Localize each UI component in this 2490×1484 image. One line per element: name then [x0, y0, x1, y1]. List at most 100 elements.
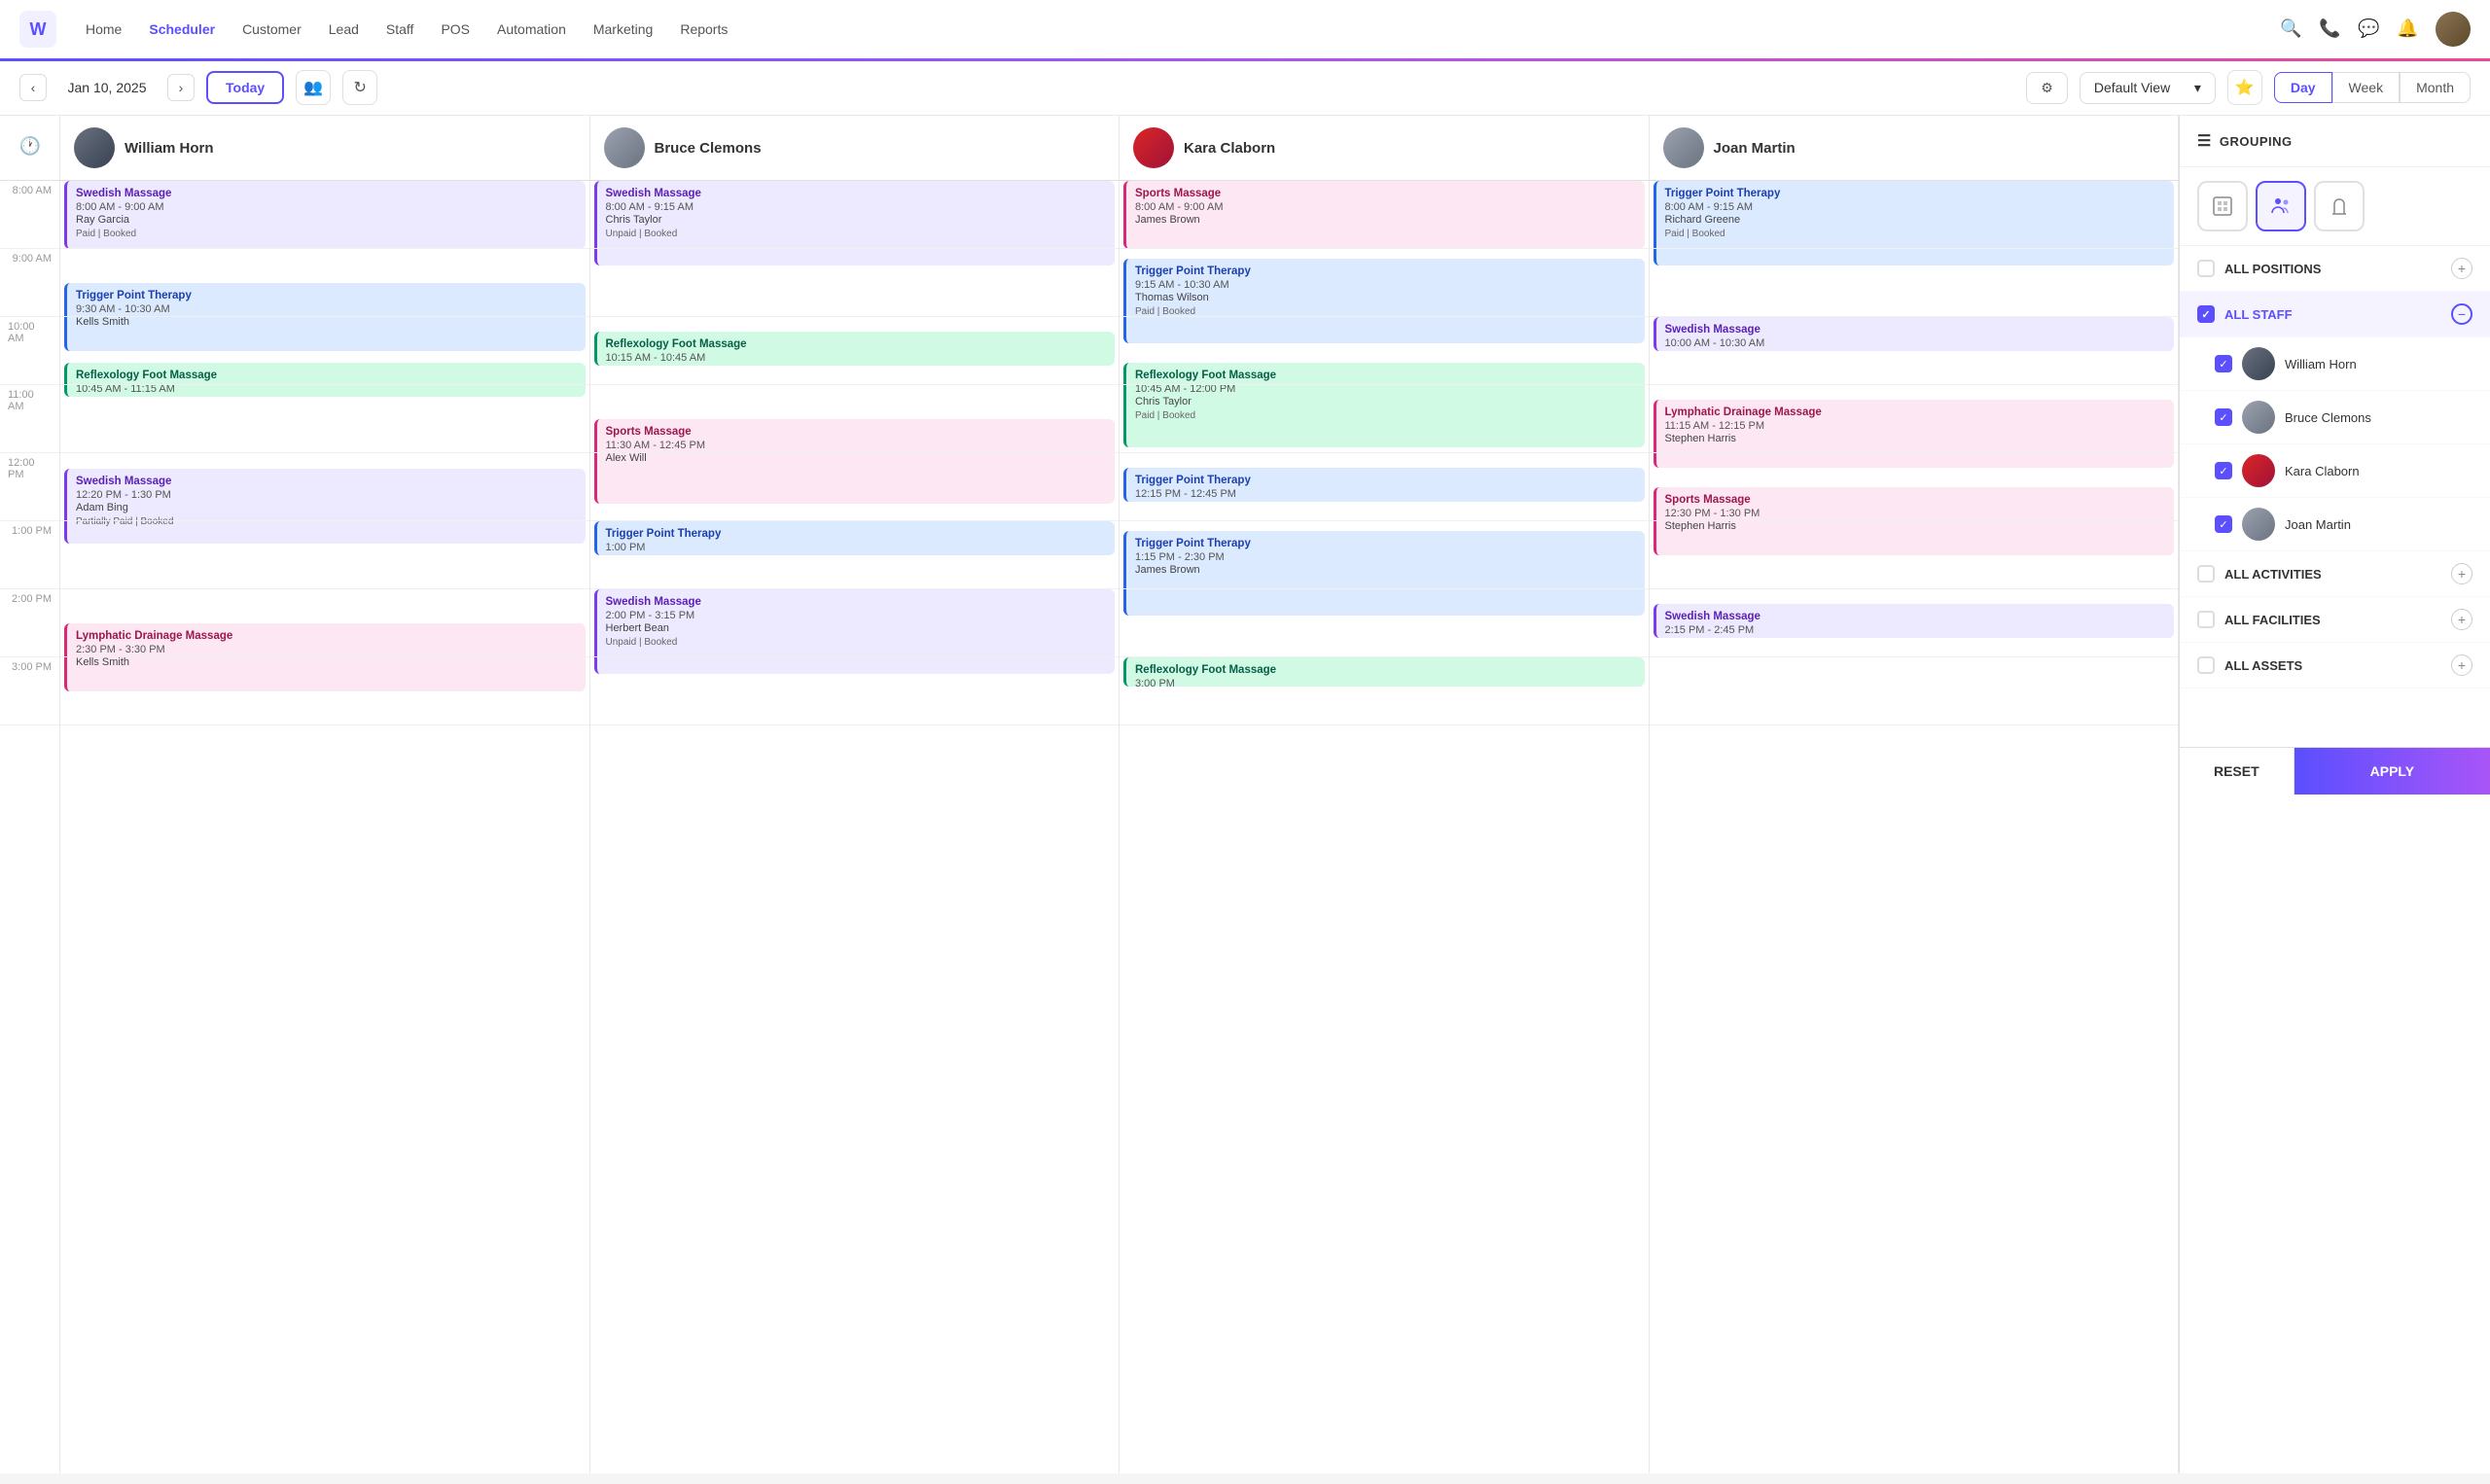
tab-week[interactable]: Week — [2332, 72, 2401, 103]
reset-button[interactable]: RESET — [2180, 748, 2294, 795]
time-slot: 11:00 AM — [0, 385, 59, 453]
bruce-name: Bruce Clemons — [2285, 410, 2472, 425]
time-slot: 8:00 AM — [0, 181, 59, 249]
staff-filter-button[interactable]: 👥 — [296, 70, 331, 105]
nav-reports[interactable]: Reports — [680, 21, 728, 37]
tab-day[interactable]: Day — [2274, 72, 2332, 103]
nav-customer[interactable]: Customer — [242, 21, 302, 37]
view-selector-label: Default View — [2094, 80, 2170, 95]
nav-marketing[interactable]: Marketing — [593, 21, 653, 37]
whatsapp-icon[interactable]: 💬 — [2358, 18, 2379, 40]
activities-expand-button[interactable]: + — [2451, 563, 2472, 584]
next-date-button[interactable]: › — [167, 74, 195, 101]
apply-button[interactable]: APPLY — [2294, 748, 2490, 795]
staff-col-joan: Trigger Point Therapy8:00 AM - 9:15 AMRi… — [1650, 181, 2180, 1473]
staff-row-joan[interactable]: ✓ Joan Martin — [2180, 498, 2490, 551]
staff-collapse-button[interactable]: − — [2451, 303, 2472, 325]
staff-col-bruce: Swedish Massage8:00 AM - 9:15 AMChris Ta… — [590, 181, 1120, 1473]
nav-staff[interactable]: Staff — [386, 21, 414, 37]
date-display: Jan 10, 2025 — [58, 80, 156, 95]
all-assets-section[interactable]: ALL ASSETS + — [2180, 643, 2490, 689]
chevron-down-icon: ▾ — [2194, 80, 2201, 96]
all-staff-section[interactable]: ✓ ALL STAFF − — [2180, 292, 2490, 337]
all-assets-checkbox[interactable] — [2197, 656, 2215, 674]
group-by-asset-button[interactable] — [2314, 181, 2365, 231]
all-facilities-section[interactable]: ALL FACILITIES + — [2180, 597, 2490, 643]
kara-avatar — [2242, 454, 2275, 487]
staff-name-kara: Kara Claborn — [1184, 140, 1275, 157]
all-positions-checkbox[interactable] — [2197, 260, 2215, 277]
all-staff-label: ✓ ALL STAFF — [2197, 305, 2293, 323]
time-column: 8:00 AM9:00 AM10:00 AM11:00 AM12:00 PM1:… — [0, 181, 60, 1473]
joan-avatar — [2242, 508, 2275, 541]
prev-date-button[interactable]: ‹ — [19, 74, 47, 101]
staff-header-kara: Kara Claborn — [1120, 116, 1650, 180]
staff-header-row: 🕐 William Horn Bruce Clemons Kara Clabor… — [0, 116, 2179, 181]
search-icon[interactable]: 🔍 — [2280, 18, 2301, 40]
staff-row-kara[interactable]: ✓ Kara Claborn — [2180, 444, 2490, 498]
facilities-expand-button[interactable]: + — [2451, 609, 2472, 630]
nav-home[interactable]: Home — [86, 21, 122, 37]
panel-bottom-buttons: RESET APPLY — [2180, 747, 2490, 795]
staff-col-william: Swedish Massage8:00 AM - 9:00 AMRay Garc… — [60, 181, 590, 1473]
all-activities-label: ALL ACTIVITIES — [2197, 565, 2322, 583]
tab-month[interactable]: Month — [2400, 72, 2471, 103]
all-positions-label: ALL POSITIONS — [2197, 260, 2321, 277]
staff-avatar-kara — [1133, 127, 1174, 168]
positions-expand-button[interactable]: + — [2451, 258, 2472, 279]
user-avatar[interactable] — [2436, 12, 2471, 47]
scheduler-main: 🕐 William Horn Bruce Clemons Kara Clabor… — [0, 116, 2490, 1473]
all-activities-section[interactable]: ALL ACTIVITIES + — [2180, 551, 2490, 597]
staff-columns: Swedish Massage8:00 AM - 9:00 AMRay Garc… — [60, 181, 2179, 1473]
william-name: William Horn — [2285, 357, 2472, 371]
view-tabs: Day Week Month — [2274, 72, 2471, 103]
time-slot: 10:00 AM — [0, 317, 59, 385]
staff-name-william: William Horn — [124, 140, 214, 157]
star-button[interactable]: ⭐ — [2227, 70, 2262, 105]
calendar-area: 🕐 William Horn Bruce Clemons Kara Clabor… — [0, 116, 2179, 1473]
staff-header-william: William Horn — [60, 116, 590, 180]
all-facilities-label: ALL FACILITIES — [2197, 611, 2321, 628]
staff-col-kara: Sports Massage8:00 AM - 9:00 AMJames Bro… — [1120, 181, 1650, 1473]
all-assets-label: ALL ASSETS — [2197, 656, 2302, 674]
logo: W — [19, 11, 56, 48]
time-slot: 2:00 PM — [0, 589, 59, 657]
kara-checkbox[interactable]: ✓ — [2215, 462, 2232, 479]
nav-scheduler[interactable]: Scheduler — [149, 21, 215, 37]
refresh-button[interactable]: ↻ — [342, 70, 377, 105]
all-activities-checkbox[interactable] — [2197, 565, 2215, 583]
right-panel: ☰ GROUPING ALL POSITIONS + ✓ ALL — [2179, 116, 2490, 1473]
all-staff-checkbox[interactable]: ✓ — [2197, 305, 2215, 323]
joan-checkbox[interactable]: ✓ — [2215, 515, 2232, 533]
today-button[interactable]: Today — [206, 71, 284, 104]
william-checkbox[interactable]: ✓ — [2215, 355, 2232, 372]
grouping-icons — [2180, 167, 2490, 246]
staff-header-bruce: Bruce Clemons — [590, 116, 1120, 180]
staff-row-william[interactable]: ✓ William Horn — [2180, 337, 2490, 391]
view-selector[interactable]: Default View ▾ — [2080, 72, 2216, 104]
staff-avatar-william — [74, 127, 115, 168]
schedule-body: 8:00 AM9:00 AM10:00 AM11:00 AM12:00 PM1:… — [0, 181, 2179, 1473]
nav-pos[interactable]: POS — [441, 21, 470, 37]
phone-icon[interactable]: 📞 — [2319, 18, 2340, 40]
staff-avatar-bruce — [604, 127, 645, 168]
staff-row-bruce[interactable]: ✓ Bruce Clemons — [2180, 391, 2490, 444]
bruce-checkbox[interactable]: ✓ — [2215, 408, 2232, 426]
all-positions-section[interactable]: ALL POSITIONS + — [2180, 246, 2490, 292]
group-by-building-button[interactable] — [2197, 181, 2248, 231]
grouping-title: GROUPING — [2220, 134, 2293, 149]
nav-automation[interactable]: Automation — [497, 21, 566, 37]
kara-name: Kara Claborn — [2285, 464, 2472, 478]
all-facilities-checkbox[interactable] — [2197, 611, 2215, 628]
assets-expand-button[interactable]: + — [2451, 654, 2472, 676]
group-by-people-button[interactable] — [2256, 181, 2306, 231]
time-slot: 3:00 PM — [0, 657, 59, 725]
scheduler-toolbar: ‹ Jan 10, 2025 › Today 👥 ↻ ⚙ Default Vie… — [0, 60, 2490, 116]
notification-icon[interactable]: 🔔 — [2397, 18, 2418, 40]
filter-settings-button[interactable]: ⚙ — [2026, 72, 2068, 104]
time-slot: 1:00 PM — [0, 521, 59, 589]
nav-menu: Home Scheduler Customer Lead Staff POS A… — [86, 21, 728, 37]
time-col-header: 🕐 — [0, 116, 60, 180]
nav-lead[interactable]: Lead — [329, 21, 359, 37]
william-avatar — [2242, 347, 2275, 380]
